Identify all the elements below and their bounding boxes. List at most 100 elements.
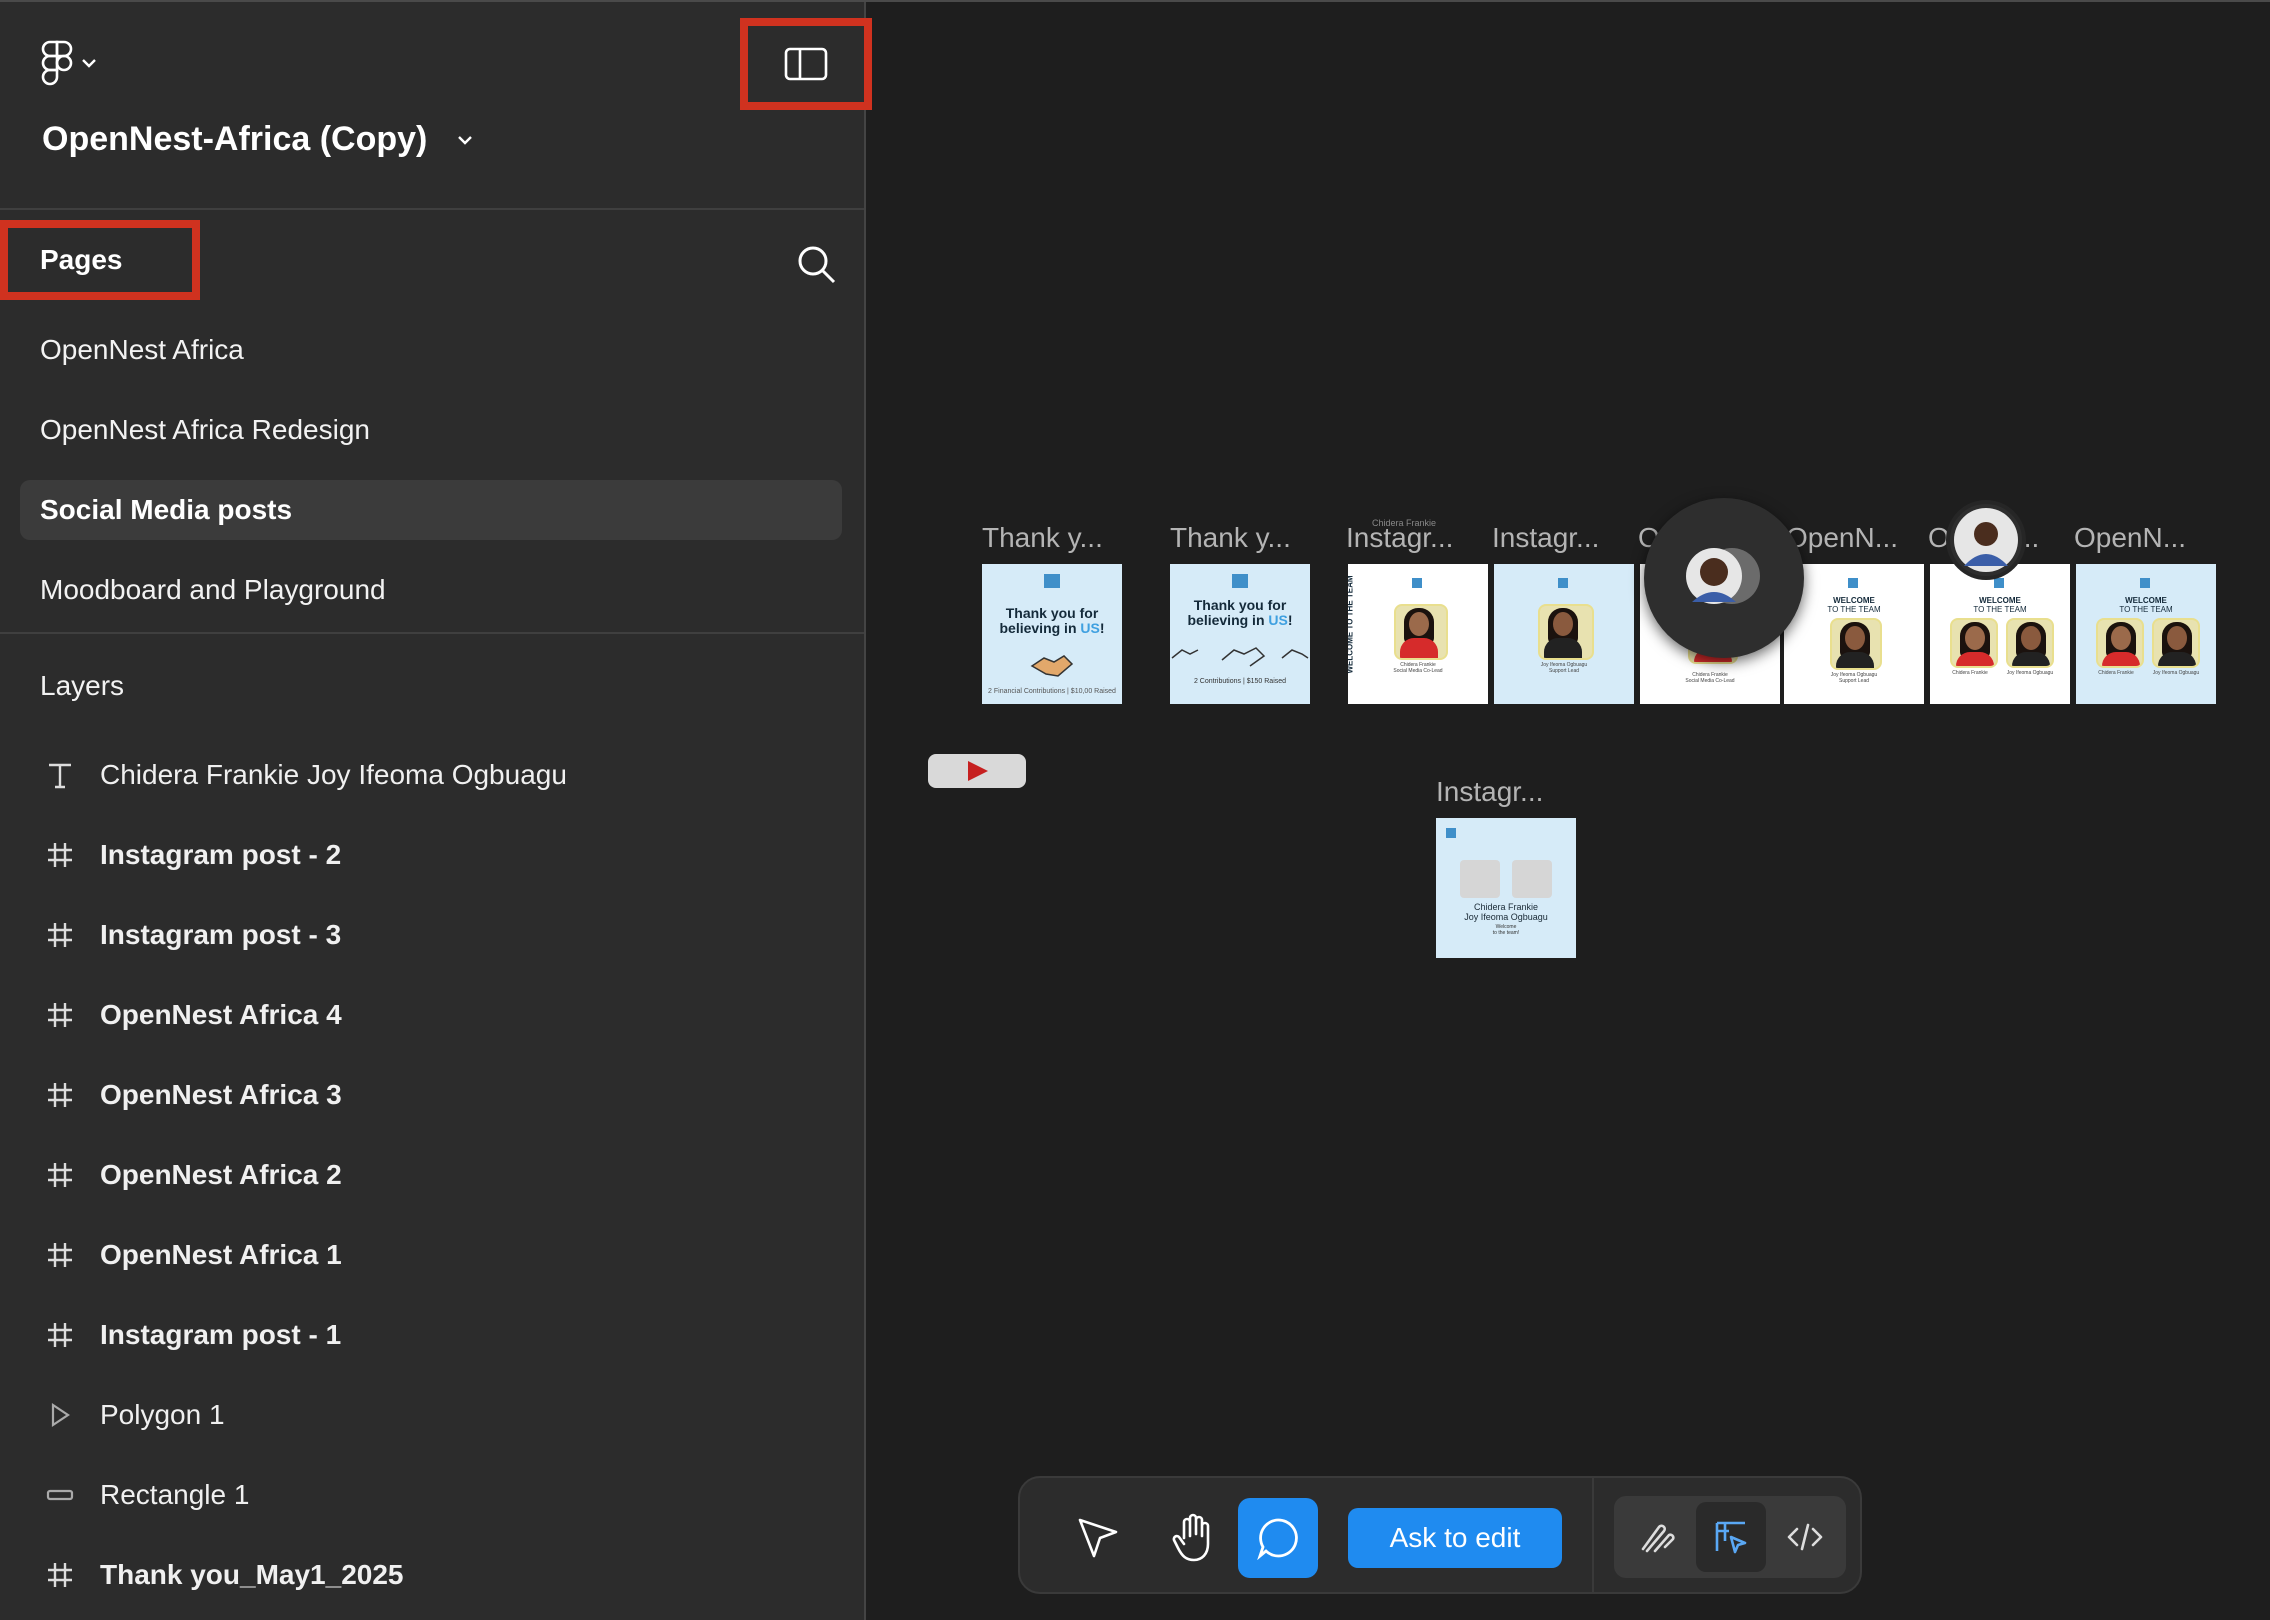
layer-item[interactable]: OpenNest Africa 1 — [40, 1230, 342, 1280]
frame-thumbnail-instagram-1[interactable]: WELCOME TO THE TEAM Chidera Frankie Soci… — [1348, 564, 1488, 704]
video-embed[interactable] — [928, 754, 1026, 788]
layer-item[interactable]: Polygon 1 — [40, 1390, 225, 1440]
logo-mark — [1446, 828, 1456, 838]
layer-label: Polygon 1 — [100, 1399, 225, 1430]
design-mode-button[interactable] — [1696, 1502, 1766, 1572]
layer-item[interactable]: Instagram post - 1 — [40, 1310, 341, 1360]
layer-item[interactable]: Thank you_May1_2025 — [40, 1550, 404, 1600]
frame-thumbnail-thank-you-2[interactable]: Thank you for believing in US! 2 Contrib… — [1170, 564, 1310, 704]
portrait-face — [2111, 626, 2131, 650]
move-tool-button[interactable] — [1058, 1498, 1138, 1578]
portrait-face — [1409, 612, 1429, 636]
search-pages-button[interactable] — [792, 240, 840, 288]
frame-label[interactable]: Thank y... — [982, 522, 1103, 554]
hand-icon — [1172, 1513, 1210, 1562]
portrait-image — [2006, 618, 2054, 668]
frame-icon — [40, 835, 80, 875]
layer-item[interactable]: Instagram post - 2 — [40, 830, 341, 880]
frame-icon — [40, 1155, 80, 1195]
thumb-welcome-line: WELCOME — [1979, 596, 2021, 605]
thumb-top-label: Chidera Frankie — [1372, 518, 1437, 528]
page-item-moodboard[interactable]: Moodboard and Playground — [20, 560, 842, 620]
dev-mode-button[interactable] — [1770, 1502, 1840, 1572]
thumb-headline: Thank you for believing in US! — [1170, 598, 1310, 628]
collaborator-avatar[interactable] — [1644, 498, 1804, 658]
avatar-image — [1954, 508, 2018, 572]
frame-thumbnail-opennest-3[interactable]: WELCOME TO THE TEAM Chidera Frankie Joy … — [1930, 564, 2070, 704]
file-title[interactable]: OpenNest-Africa (Copy) — [42, 120, 475, 159]
thumb-headline: Thank you for believing in US! — [982, 606, 1122, 636]
thumb-footer: 2 Financial Contributions | $10,00 Raise… — [988, 688, 1116, 695]
frame-label[interactable]: Thank y... — [1170, 522, 1291, 554]
frame-thumbnail-instagram-3[interactable]: Chidera Frankie Joy Ifeoma Ogbuagu Welco… — [1436, 818, 1576, 958]
mode-switcher — [1614, 1496, 1846, 1578]
layers-section-label: Layers — [40, 670, 125, 701]
collaborator-avatar[interactable] — [1946, 500, 2026, 580]
logo-mark — [2140, 578, 2150, 588]
page-item-label: OpenNest Africa — [40, 334, 244, 365]
layer-item[interactable]: OpenNest Africa 3 — [40, 1070, 342, 1120]
layer-item[interactable]: Instagram post - 3 — [40, 910, 341, 960]
draw-icon — [1641, 1524, 1675, 1553]
comment-tool-button[interactable] — [1238, 1498, 1318, 1578]
thumb-names: Chidera Frankie Joy Ifeoma Ogbuagu — [1436, 902, 1576, 922]
frame-label[interactable]: Instagr... — [1436, 776, 1543, 808]
portrait-face — [1845, 626, 1865, 650]
search-icon — [798, 246, 836, 284]
bottom-toolbar: Ask to edit — [1018, 1476, 1862, 1594]
frame-label[interactable]: Instagr... — [1492, 522, 1599, 554]
page-item-opennest-africa-redesign[interactable]: OpenNest Africa Redesign — [20, 400, 842, 460]
thumb-headline-line: believing in US! — [1170, 613, 1310, 628]
handshake-icon — [1030, 655, 1074, 677]
logo-mark — [1232, 574, 1248, 588]
thumb-headline-line: believing in US! — [982, 621, 1122, 636]
frame-label[interactable]: OpenN... — [2074, 522, 2186, 554]
draw-mode-button[interactable] — [1622, 1502, 1692, 1572]
frame-thumbnail-thank-you-1[interactable]: Thank you for believing in US! 2 Financi… — [982, 564, 1122, 704]
thumb-headline-word: believing in — [999, 620, 1077, 636]
thumb-welcome-line: TO THE TEAM — [1348, 575, 1355, 630]
thumb-headline-line: Thank you for — [1005, 605, 1099, 621]
layer-item[interactable]: OpenNest Africa 2 — [40, 1150, 342, 1200]
main-menu-button[interactable] — [40, 38, 120, 88]
polygon-icon — [40, 1395, 80, 1435]
caption-role: Social Media Co-Lead — [1685, 678, 1735, 684]
hand-tool-button[interactable] — [1154, 1498, 1234, 1578]
frame-thumbnail-instagram-2[interactable]: Joy Ifeoma Ogbuagu Support Lead — [1494, 564, 1634, 704]
figma-logo-icon — [41, 40, 73, 86]
portrait-image — [2152, 618, 2200, 668]
frame-icon — [40, 1235, 80, 1275]
avatar-image — [1686, 548, 1760, 604]
thumb-welcome-vertical: WELCOME TO THE TEAM — [1348, 575, 1355, 675]
portrait-face — [1553, 612, 1573, 636]
frame-thumbnail-opennest-4[interactable]: WELCOME TO THE TEAM Chidera Frankie Joy … — [2076, 564, 2216, 704]
code-icon — [1787, 1523, 1823, 1551]
layer-label: OpenNest Africa 3 — [100, 1079, 342, 1110]
portrait-body — [1956, 652, 1994, 666]
layer-label: Instagram post - 2 — [100, 839, 342, 870]
layer-label: Thank you_May1_2025 — [100, 1559, 404, 1590]
layer-item[interactable]: Rectangle 1 — [40, 1470, 249, 1520]
logo-mark — [1412, 578, 1422, 588]
page-item-opennest-africa[interactable]: OpenNest Africa — [20, 320, 842, 380]
page-item-social-media-posts[interactable]: Social Media posts — [20, 480, 842, 540]
ask-to-edit-button[interactable]: Ask to edit — [1348, 1508, 1562, 1568]
image-placeholder — [1460, 860, 1500, 898]
layer-item[interactable]: Chidera Frankie Joy Ifeoma Ogbuagu — [40, 750, 567, 800]
caption-role: Social Media Co-Lead — [1393, 668, 1443, 674]
frame-thumbnail-opennest-2[interactable]: WELCOME TO THE TEAM Joy Ifeoma Ogbuagu S… — [1784, 564, 1924, 704]
handshake-icon — [1171, 647, 1309, 667]
thumb-welcome: WELCOME TO THE TEAM — [2076, 596, 2216, 614]
left-sidebar: OpenNest-Africa (Copy) Pages OpenNest Af… — [0, 2, 872, 1620]
portrait-image — [1950, 618, 1998, 668]
thumb-name-line: Joy Ifeoma Ogbuagu — [1464, 912, 1548, 922]
logo-mark — [1558, 578, 1568, 588]
thumb-caption: Joy Ifeoma Ogbuagu — [2152, 670, 2200, 676]
canvas[interactable] — [866, 2, 2270, 1620]
thumb-caption: Chidera Frankie Social Media Co-Lead — [1348, 662, 1488, 674]
frame-icon — [40, 995, 80, 1035]
page-item-label: Moodboard and Playground — [40, 574, 386, 605]
layer-item[interactable]: OpenNest Africa 4 — [40, 990, 342, 1040]
thumb-caption: Chidera Frankie Social Media Co-Lead — [1640, 672, 1780, 684]
thumb-welcome: WELCOME TO THE TEAM — [1784, 596, 1924, 614]
